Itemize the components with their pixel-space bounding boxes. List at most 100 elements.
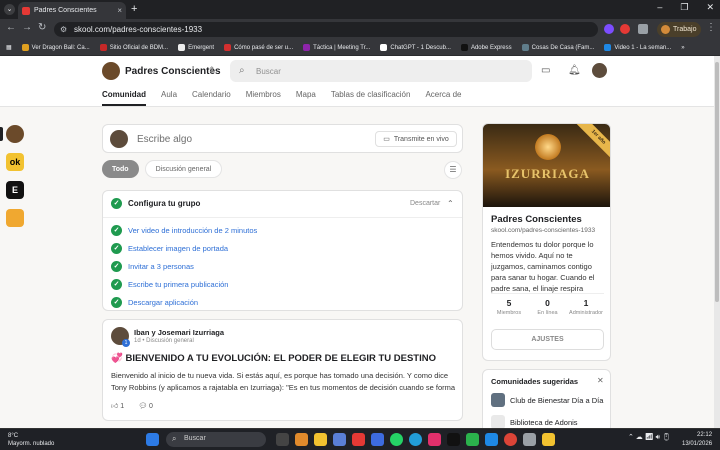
- tab-acerca[interactable]: Acerca de: [425, 90, 461, 106]
- comment-button[interactable]: 💬︎ 0: [138, 402, 153, 410]
- bookmark-item[interactable]: Emergent: [178, 44, 214, 51]
- setup-step[interactable]: ✓ Descargar aplicación: [111, 297, 257, 308]
- tab-clasificacion[interactable]: Tablas de clasificación: [331, 90, 411, 106]
- chrome-icon[interactable]: [504, 433, 517, 446]
- tab-search-button[interactable]: ⌄: [4, 4, 15, 15]
- rail-group-ok[interactable]: ok: [6, 153, 24, 171]
- post-composer[interactable]: Escribe algo ▭ Transmite en vivo: [102, 124, 463, 153]
- setup-step[interactable]: ✓ Ver video de introducción de 2 minutos: [111, 225, 257, 236]
- copilot-icon[interactable]: [295, 433, 308, 446]
- taskbar-search[interactable]: ⌕ Buscar: [166, 432, 266, 447]
- clock[interactable]: 22:12 13/01/2026: [682, 431, 712, 449]
- setup-step[interactable]: ✓ Invitar a 3 personas: [111, 261, 257, 272]
- taskbar-apps: [146, 433, 159, 446]
- minimize-button[interactable]: –: [657, 2, 662, 13]
- whatsapp-icon[interactable]: [390, 433, 403, 446]
- search-input[interactable]: ⌕ Buscar: [230, 60, 532, 82]
- chat-icon[interactable]: ▭: [541, 65, 550, 76]
- like-button[interactable]: 👍︎ 1: [111, 401, 124, 410]
- reload-icon[interactable]: ↻: [38, 22, 46, 33]
- edge-icon[interactable]: [485, 433, 498, 446]
- bookmark-item[interactable]: Video 1 - La seman...: [604, 44, 671, 51]
- bookmarks-overflow-button[interactable]: »: [681, 45, 684, 51]
- group-switcher-icon[interactable]: ⇕: [208, 65, 216, 76]
- bell-icon[interactable]: 🔔︎: [568, 65, 581, 76]
- browser-menu-icon[interactable]: ⋮: [706, 22, 716, 33]
- group-name[interactable]: Padres Conscientes: [125, 66, 221, 77]
- suggested-community[interactable]: Biblioteca de Adonis: [491, 415, 578, 428]
- store-icon[interactable]: [371, 433, 384, 446]
- app-icon[interactable]: [523, 433, 536, 446]
- apps-grid-icon[interactable]: ▦: [6, 44, 12, 51]
- bookmark-item[interactable]: Adobe Express: [460, 44, 512, 51]
- bookmark-item[interactable]: ChatGPT - 1 Descub...: [380, 44, 451, 51]
- new-tab-button[interactable]: +: [131, 3, 137, 15]
- stat-members[interactable]: 5 Miembros: [491, 298, 527, 316]
- bookmark-item[interactable]: Cómo pasé de ser u...: [224, 44, 293, 51]
- tab-aula[interactable]: Aula: [161, 90, 177, 106]
- extensions-puzzle-icon[interactable]: [638, 24, 648, 34]
- extension-icon[interactable]: [620, 24, 630, 34]
- setup-step[interactable]: ✓ Escribe tu primera publicación: [111, 279, 257, 290]
- profile-button[interactable]: Trabajo: [657, 22, 701, 37]
- feed-post[interactable]: 1 Iban y Josemari Izurriaga 1d • Discusi…: [102, 319, 463, 421]
- system-tray[interactable]: ⌃ ☁ 📶︎ 🔊︎ 🔋︎: [628, 433, 671, 442]
- sort-filter-icon[interactable]: ☰: [444, 161, 462, 179]
- chevron-up-icon[interactable]: ⌃: [447, 199, 454, 208]
- weather-widget[interactable]: 8°C Mayorm. nublado: [8, 432, 54, 448]
- close-icon[interactable]: ✕: [597, 376, 604, 385]
- tab-close-icon[interactable]: ×: [117, 6, 122, 15]
- bookmark-item[interactable]: Ver Dragon Ball: Ca...: [21, 44, 90, 51]
- post-actions: 👍︎ 1 💬︎ 0: [111, 401, 153, 411]
- group-stats: 5 Miembros 0 En línea 1 Administrador: [491, 298, 604, 316]
- browser-tab-active[interactable]: Padres Conscientes ×: [18, 2, 126, 19]
- app-icon[interactable]: [466, 433, 479, 446]
- rail-group-cat[interactable]: [6, 209, 24, 227]
- page-scrollbar[interactable]: [714, 56, 720, 428]
- settings-button[interactable]: AJUSTES: [491, 329, 604, 350]
- rail-group-padres[interactable]: [6, 125, 24, 143]
- go-live-button[interactable]: ▭ Transmite en vivo: [375, 131, 457, 147]
- stat-online[interactable]: 0 En línea: [530, 298, 566, 316]
- forward-arrow-icon[interactable]: →: [22, 22, 32, 33]
- stat-admins[interactable]: 1 Administrador: [568, 298, 604, 316]
- tab-mapa[interactable]: Mapa: [296, 90, 316, 106]
- post-title[interactable]: 💞 BIENVENIDO A TU EVOLUCIÓN: EL PODER DE…: [111, 353, 436, 364]
- bookmark-item[interactable]: Cosas De Casa (Fam...: [521, 44, 594, 51]
- bookmark-favicon-icon: [224, 44, 232, 51]
- user-avatar[interactable]: [592, 63, 607, 78]
- extension-icon[interactable]: [604, 24, 614, 34]
- suggested-community[interactable]: Club de Bienestar Día a Día: [491, 393, 603, 407]
- mail-icon[interactable]: [333, 433, 346, 446]
- tiktok-icon[interactable]: [447, 433, 460, 446]
- restore-button[interactable]: ❐: [680, 2, 688, 13]
- post-author[interactable]: Iban y Josemari Izurriaga: [134, 328, 224, 337]
- task-view-icon[interactable]: [276, 433, 289, 446]
- community-name: Club de Bienestar Día a Día: [510, 395, 604, 405]
- file-explorer-icon[interactable]: [314, 433, 327, 446]
- tab-miembros[interactable]: Miembros: [246, 90, 281, 106]
- bookmark-item[interactable]: Sitio Oficial de BDM...: [99, 44, 168, 51]
- address-bar[interactable]: ⚙ skool.com/padres-conscientes-1933: [54, 22, 598, 37]
- app-icon[interactable]: [352, 433, 365, 446]
- bookmark-item[interactable]: Táctica | Meeting Tr...: [303, 44, 370, 51]
- back-arrow-icon[interactable]: ←: [6, 22, 16, 33]
- site-info-icon[interactable]: ⚙: [60, 25, 67, 34]
- dismiss-button[interactable]: Descartar: [410, 200, 440, 207]
- rail-group-e[interactable]: E: [6, 181, 24, 199]
- setup-step[interactable]: ✓ Establecer imagen de portada: [111, 243, 257, 254]
- tab-comunidad[interactable]: Comunidad: [102, 90, 146, 106]
- page-content: Padres Conscientes ⇕ ⌕ Buscar ▭ 🔔︎ Comun…: [0, 56, 714, 428]
- instagram-icon[interactable]: [428, 433, 441, 446]
- scrollbar-thumb[interactable]: [715, 62, 719, 302]
- close-window-button[interactable]: ✕: [706, 2, 714, 13]
- window-controls: – ❐ ✕: [657, 2, 714, 13]
- check-icon: ✓: [111, 225, 122, 236]
- telegram-icon[interactable]: [409, 433, 422, 446]
- tab-calendario[interactable]: Calendario: [192, 90, 231, 106]
- start-menu-icon[interactable]: [146, 433, 159, 446]
- filter-all[interactable]: Todo: [102, 160, 139, 178]
- filter-general-discussion[interactable]: Discusión general: [144, 160, 223, 178]
- sticky-notes-icon[interactable]: [542, 433, 555, 446]
- group-logo[interactable]: [102, 62, 120, 80]
